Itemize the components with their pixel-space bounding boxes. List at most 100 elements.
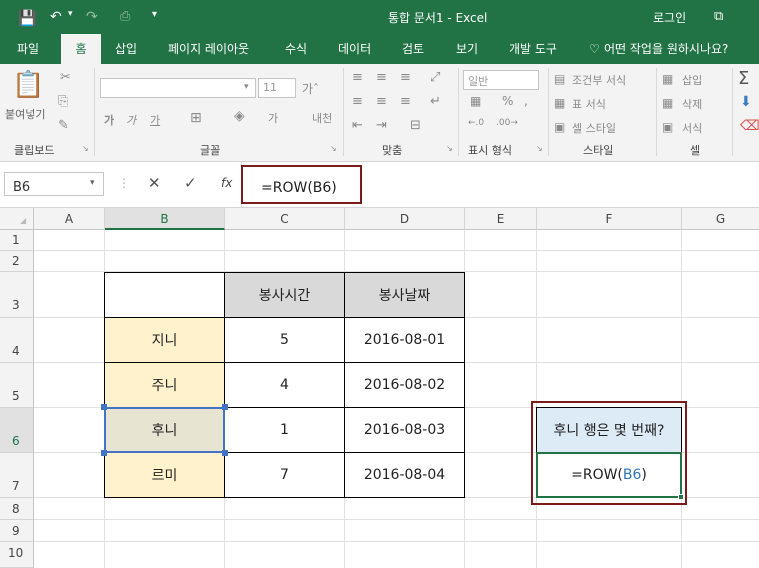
decrease-decimal-icon[interactable]: .00→ xyxy=(496,118,518,128)
table-cell-B3[interactable] xyxy=(104,272,225,318)
tab-insert[interactable]: 삽입 xyxy=(115,34,137,64)
redo-icon[interactable]: ↷ xyxy=(86,9,98,25)
underline-icon[interactable]: 가 xyxy=(150,112,160,128)
align-bottom-icon[interactable]: ≡ xyxy=(400,70,411,85)
enter-icon[interactable]: ✓ xyxy=(184,174,197,192)
paste-icon[interactable]: 📋 xyxy=(12,70,44,100)
fill-color-icon[interactable]: ◈ xyxy=(234,108,245,124)
table-cell-date[interactable]: 2016-08-04 xyxy=(344,452,465,498)
table-cell-hours[interactable]: 7 xyxy=(224,452,345,498)
row-header-7[interactable]: 7 xyxy=(0,453,34,498)
format-cells-icon[interactable]: ▣ xyxy=(662,120,673,134)
column-header-D[interactable]: D xyxy=(345,208,465,230)
cancel-icon[interactable]: ✕ xyxy=(148,174,161,192)
table-header-hours[interactable]: 봉사시간 xyxy=(224,272,345,318)
font-name-dropdown-icon[interactable]: ▾ xyxy=(244,82,249,92)
comma-style-icon[interactable]: , xyxy=(524,94,528,108)
reference-handle[interactable] xyxy=(222,450,228,456)
tab-page-layout[interactable]: 페이지 레이아웃 xyxy=(168,34,249,64)
select-all-corner[interactable] xyxy=(0,208,34,230)
font-name-box[interactable] xyxy=(100,78,256,98)
row-header-8[interactable]: 8 xyxy=(0,498,34,520)
table-cell-name[interactable]: 주니 xyxy=(104,362,225,408)
tab-home[interactable]: 홈 xyxy=(61,34,101,64)
tab-view[interactable]: 보기 xyxy=(456,34,478,64)
table-header-date[interactable]: 봉사날짜 xyxy=(344,272,465,318)
name-box-dropdown-icon[interactable]: ▾ xyxy=(90,178,95,188)
increase-decimal-icon[interactable]: ←.0 xyxy=(468,118,484,128)
column-header-B[interactable]: B xyxy=(105,208,225,230)
name-box[interactable]: B6 xyxy=(4,172,104,196)
align-left-icon[interactable]: ≡ xyxy=(352,94,363,109)
font-color-icon[interactable]: 가 xyxy=(268,110,278,126)
table-cell-hours[interactable]: 5 xyxy=(224,317,345,363)
align-top-icon[interactable]: ≡ xyxy=(352,70,363,85)
save-icon[interactable]: 💾 xyxy=(18,9,37,27)
table-cell-hours[interactable]: 4 xyxy=(224,362,345,408)
row-header-1[interactable]: 1 xyxy=(0,230,34,251)
alignment-launcher-icon[interactable]: ↘ xyxy=(446,144,453,153)
delete-cells-icon[interactable]: ▦ xyxy=(662,96,673,110)
row-header-2[interactable]: 2 xyxy=(0,251,34,272)
print-preview-icon[interactable]: ⎙ xyxy=(120,9,130,24)
conditional-format-icon[interactable]: ▤ xyxy=(554,72,565,86)
accounting-format-icon[interactable]: ▦ xyxy=(470,94,481,108)
row-header-4[interactable]: 4 xyxy=(0,318,34,363)
tab-data[interactable]: 데이터 xyxy=(338,34,371,64)
orientation-icon[interactable]: ⤢ xyxy=(430,70,440,85)
tab-file[interactable]: 파일 xyxy=(17,34,39,64)
clear-icon[interactable]: ⌫ xyxy=(740,118,759,134)
italic-icon[interactable]: 가 xyxy=(126,112,136,128)
align-middle-icon[interactable]: ≡ xyxy=(376,70,387,85)
column-header-F[interactable]: F xyxy=(537,208,682,230)
table-cell-name[interactable]: 르미 xyxy=(104,452,225,498)
column-header-A[interactable]: A xyxy=(34,208,105,230)
number-format-box[interactable]: 일반 xyxy=(463,70,539,90)
reference-handle[interactable] xyxy=(101,450,107,456)
insert-cells-button[interactable]: 삽입 xyxy=(682,72,702,88)
format-cells-button[interactable]: 서식 xyxy=(682,120,702,136)
ribbon-display-icon[interactable]: ⧉ xyxy=(714,9,723,24)
fill-icon[interactable]: ⬇ xyxy=(740,94,752,110)
conditional-format-button[interactable]: 조건부 서식 xyxy=(572,72,626,88)
format-table-button[interactable]: 표 서식 xyxy=(572,96,606,112)
table-cell-hours[interactable]: 1 xyxy=(224,407,345,453)
autosum-icon[interactable]: Σ xyxy=(738,68,749,89)
tab-formulas[interactable]: 수식 xyxy=(285,34,307,64)
question-cell[interactable]: 후니 행은 몇 번째? xyxy=(536,407,682,453)
format-painter-icon[interactable]: ✎ xyxy=(58,118,69,133)
font-size-box[interactable]: 11 xyxy=(258,78,296,98)
undo-icon[interactable]: ↶ xyxy=(50,9,62,25)
insert-cells-icon[interactable]: ▦ xyxy=(662,72,673,86)
grow-font-icon[interactable]: 가ˆ xyxy=(302,80,319,97)
formula-input[interactable]: =ROW(B6) xyxy=(261,180,337,196)
tab-developer[interactable]: 개발 도구 xyxy=(509,34,557,64)
table-cell-date[interactable]: 2016-08-01 xyxy=(344,317,465,363)
row-header-10[interactable]: 10 xyxy=(0,542,34,568)
customize-toolbar-icon[interactable]: ▾ xyxy=(152,9,157,20)
clipboard-launcher-icon[interactable]: ↘ xyxy=(82,144,89,153)
table-cell-date[interactable]: 2016-08-03 xyxy=(344,407,465,453)
column-header-C[interactable]: C xyxy=(225,208,345,230)
wrap-text-icon[interactable]: ↵ xyxy=(430,94,441,109)
undo-dropdown-icon[interactable]: ▾ xyxy=(68,9,73,19)
format-table-icon[interactable]: ▦ xyxy=(554,96,565,110)
phonetic-icon[interactable]: 내천 xyxy=(312,110,332,126)
align-center-icon[interactable]: ≡ xyxy=(376,94,387,109)
borders-icon[interactable]: ⊞ xyxy=(190,110,202,126)
row-header-9[interactable]: 9 xyxy=(0,520,34,542)
table-cell-date[interactable]: 2016-08-02 xyxy=(344,362,465,408)
bold-icon[interactable]: 가 xyxy=(104,112,114,128)
row-header-6[interactable]: 6 xyxy=(0,408,34,453)
copy-icon[interactable]: ⎘ xyxy=(58,94,68,109)
insert-function-icon[interactable]: fx xyxy=(221,176,232,190)
cell-styles-icon[interactable]: ▣ xyxy=(554,120,565,134)
font-launcher-icon[interactable]: ↘ xyxy=(330,144,337,153)
number-launcher-icon[interactable]: ↘ xyxy=(536,144,543,153)
merge-center-icon[interactable]: ⊟ xyxy=(410,118,421,133)
reference-handle[interactable] xyxy=(222,404,228,410)
column-header-E[interactable]: E xyxy=(465,208,537,230)
decrease-indent-icon[interactable]: ⇤ xyxy=(352,118,363,133)
table-cell-name[interactable]: 지니 xyxy=(104,317,225,363)
increase-indent-icon[interactable]: ⇥ xyxy=(376,118,387,133)
